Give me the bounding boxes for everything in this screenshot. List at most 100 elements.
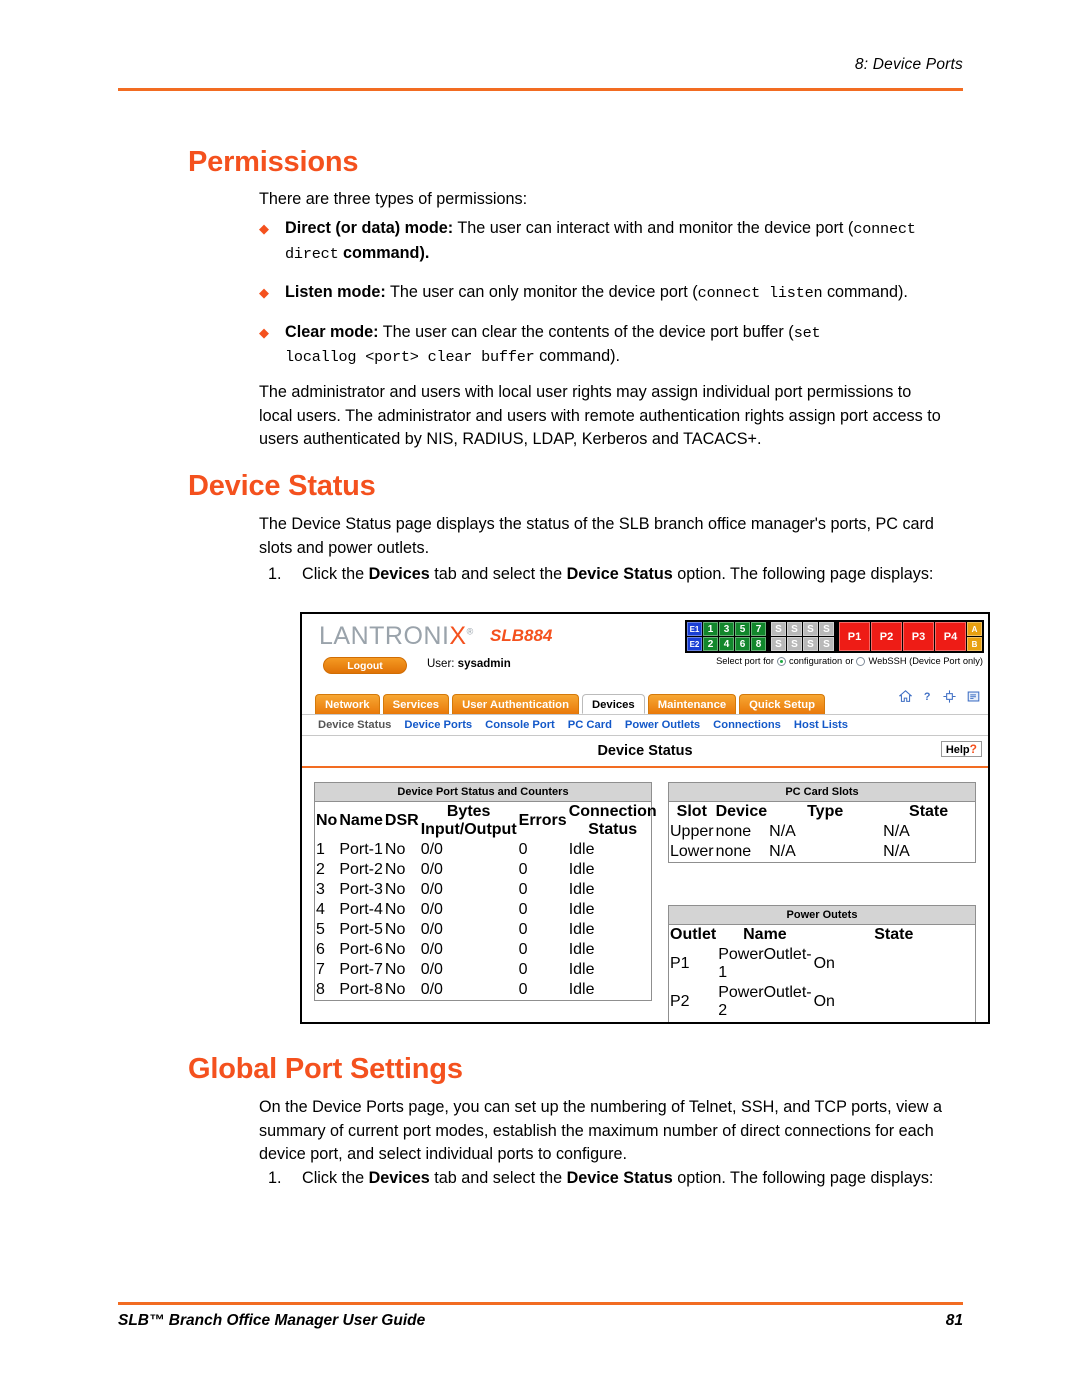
table-row: 3 Port-3 No 0/0 0 Idle [315,880,658,900]
cell-name: Port-7 [339,961,383,978]
bullet-code: connect listen [697,284,823,302]
cell-bytes: 0/0 [420,981,443,998]
power-outlet-p3[interactable]: P3 [903,622,934,651]
power-outlets-table: Power Outets Outlet Name State P1 PowerOu… [668,905,976,1022]
cell-dsr: No [384,941,406,958]
port-map: E1 E2 1 2 3 4 5 6 7 8 S S S S S S S S P1… [685,620,984,653]
cell-outlet: P3 [669,1021,717,1022]
cell-no: 8 [316,981,325,998]
subnav-item-console-port[interactable]: Console Port [485,719,555,731]
tab-user-authentication[interactable]: User Authentication [452,694,579,714]
port-e1[interactable]: E1 [687,622,702,636]
column-header-outlet: Outlet [670,926,717,943]
column-header-state: State [874,926,914,943]
section-heading-device-status: Device Status [188,470,376,502]
bullet-text: The user can clear the contents of the d… [378,322,794,341]
cell-no: 1 [316,841,325,858]
port-5[interactable]: 5 [735,622,750,636]
subnav-item-pc-card[interactable]: PC Card [568,719,612,731]
serial-port-s[interactable]: S [803,637,818,651]
port-8[interactable]: 8 [751,637,766,651]
table-row: Upper none N/A N/A [669,822,975,842]
serial-column-3: S S [803,622,818,651]
port-7[interactable]: 7 [751,622,766,636]
footer-title: SLB™ Branch Office Manager User Guide [118,1312,426,1329]
cell-status: Idle [568,861,595,878]
column-header-device: Device [715,803,768,820]
permissions-intro-text: There are three types of permissions: [259,190,528,208]
help-question-mark-icon: ? [969,742,977,756]
user-label: User: sysadmin [427,658,511,670]
cell-errors: 0 [518,901,528,918]
cell-dsr: No [384,881,406,898]
table-row: 8 Port-8 No 0/0 0 Idle [315,980,658,1000]
port-4[interactable]: 4 [719,637,734,651]
cell-dsr: No [384,841,406,858]
tab-services[interactable]: Services [382,694,450,714]
step-text: option. The following page displays: [672,565,934,583]
power-outlet-p2[interactable]: P2 [871,622,902,651]
subnav-item-connections[interactable]: Connections [713,719,781,731]
serial-port-s[interactable]: S [787,637,802,651]
right-tables-column: PC Card Slots Slot Device Type State Upp… [668,782,976,1022]
serial-column-2: S S [787,622,802,651]
subnav-item-device-ports[interactable]: Device Ports [404,719,472,731]
radio-configuration[interactable] [776,656,786,666]
user-name: sysadmin [457,658,511,670]
port-b[interactable]: B [967,637,982,651]
bullet-text-tail: command). [822,283,908,301]
logout-button[interactable]: Logout [323,657,407,674]
subnav-item-host-lists[interactable]: Host Lists [794,719,848,731]
tab-quick-setup[interactable]: Quick Setup [739,694,826,714]
subnav-item-device-status[interactable]: Device Status [318,719,391,731]
serial-port-s[interactable]: S [819,637,834,651]
port-a[interactable]: A [967,622,982,636]
bullet-text: The user can only monitor the device por… [385,283,698,301]
main-tab-bar: Network Services User Authentication Dev… [302,692,988,715]
tab-devices[interactable]: Devices [581,694,645,714]
tab-maintenance[interactable]: Maintenance [647,694,737,714]
help-button[interactable]: Help? [940,741,982,757]
column-header-bytes: Bytes Input/Output [420,803,517,838]
port-e2[interactable]: E2 [687,637,702,651]
column-header-state: State [909,803,949,820]
subnav-item-power-outlets[interactable]: Power Outlets [625,719,700,731]
serial-port-s[interactable]: S [819,622,834,636]
power-outlet-p4[interactable]: P4 [935,622,966,651]
port-6[interactable]: 6 [735,637,750,651]
serial-port-s[interactable]: S [787,622,802,636]
bullet-text-tail: command). [338,243,430,262]
tab-network[interactable]: Network [315,694,380,714]
radio-webssh[interactable] [856,656,866,666]
section-heading-global-port-settings: Global Port Settings [188,1053,463,1085]
cell-slot: Lower [670,843,714,860]
bullet-term: Clear mode: [285,322,379,341]
cell-outlet: P2 [670,993,690,1010]
serial-port-s[interactable]: S [771,637,786,651]
permissions-paragraph-text: The administrator and users with local u… [259,383,941,448]
bullet-term: Listen mode: [285,283,386,301]
permissions-bullet-list: ◆ Direct (or data) mode: The user can in… [259,217,959,385]
serial-port-s[interactable]: S [803,622,818,636]
cell-no: 3 [316,881,325,898]
diamond-bullet-icon: ◆ [259,324,269,340]
select-port-radio-group: Select port for configuration or WebSSH … [716,656,983,666]
port-3[interactable]: 3 [719,622,734,636]
cell-name: Port-8 [339,981,383,998]
column-header-name: Name [339,812,383,829]
footer-page-number: 81 [945,1312,963,1329]
registered-mark-icon: ® [466,626,474,637]
port-1[interactable]: 1 [703,622,718,636]
power-outlet-p1[interactable]: P1 [839,622,870,651]
port-2[interactable]: 2 [703,637,718,651]
step-bold-device-status: Device Status [566,565,673,583]
bullet-code: locallog <port> clear buffer [285,348,535,366]
global-port-paragraph-text: On the Device Ports page, you can set up… [259,1098,942,1163]
table-header-row: Slot Device Type State [669,802,975,822]
cell-name: PowerOutlet-2 [718,984,812,1019]
serial-port-s[interactable]: S [771,622,786,636]
column-header-connection-status: Connection Status [568,803,657,838]
cell-status: Idle [568,961,595,978]
device-status-paragraph: The Device Status page displays the stat… [259,513,949,566]
app-content-area: Device Port Status and Counters No Name … [302,768,988,1022]
